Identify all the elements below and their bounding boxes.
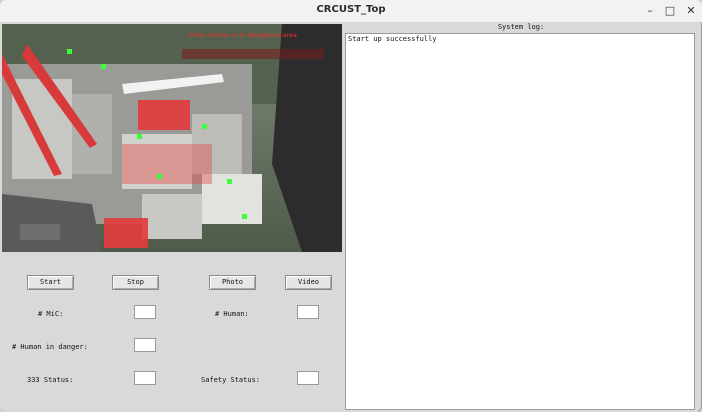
mic-field[interactable] bbox=[134, 305, 156, 319]
photo-button[interactable]: Photo bbox=[209, 275, 256, 290]
maximize-icon[interactable]: □ bbox=[661, 3, 679, 19]
mic-label: # MiC: bbox=[38, 310, 64, 318]
stop-button[interactable]: Stop bbox=[112, 275, 159, 290]
safety-status-field[interactable] bbox=[297, 371, 319, 385]
start-button[interactable]: Start bbox=[27, 275, 74, 290]
system-log-panel: System log: Start up successfully bbox=[344, 22, 698, 412]
status-333-field[interactable] bbox=[134, 371, 156, 385]
app-window: CRCUST_Top – □ ✕ Some human is in danger… bbox=[0, 0, 702, 412]
camera-image bbox=[2, 24, 342, 252]
human-label: # Human: bbox=[215, 310, 249, 318]
safety-status-label: Safety Status: bbox=[201, 376, 261, 384]
minimize-icon[interactable]: – bbox=[641, 3, 659, 19]
system-log-textarea[interactable]: Start up successfully bbox=[345, 33, 695, 410]
title-bar[interactable]: CRCUST_Top – □ ✕ bbox=[0, 0, 702, 23]
control-panel: Some human is in dangerous area Start St… bbox=[0, 22, 344, 412]
danger-alert-text: Some human is in dangerous area bbox=[188, 32, 298, 39]
camera-feed: Some human is in dangerous area bbox=[2, 24, 342, 252]
system-log-text: Start up successfully bbox=[348, 35, 437, 43]
system-log-title: System log: bbox=[497, 23, 545, 31]
window-title: CRCUST_Top bbox=[316, 4, 386, 15]
status-333-label: 333 Status: bbox=[27, 376, 74, 384]
human-danger-field[interactable] bbox=[134, 338, 156, 352]
human-field[interactable] bbox=[297, 305, 319, 319]
close-icon[interactable]: ✕ bbox=[682, 3, 700, 19]
video-button[interactable]: Video bbox=[285, 275, 332, 290]
human-danger-label: # Human in danger: bbox=[12, 343, 88, 351]
